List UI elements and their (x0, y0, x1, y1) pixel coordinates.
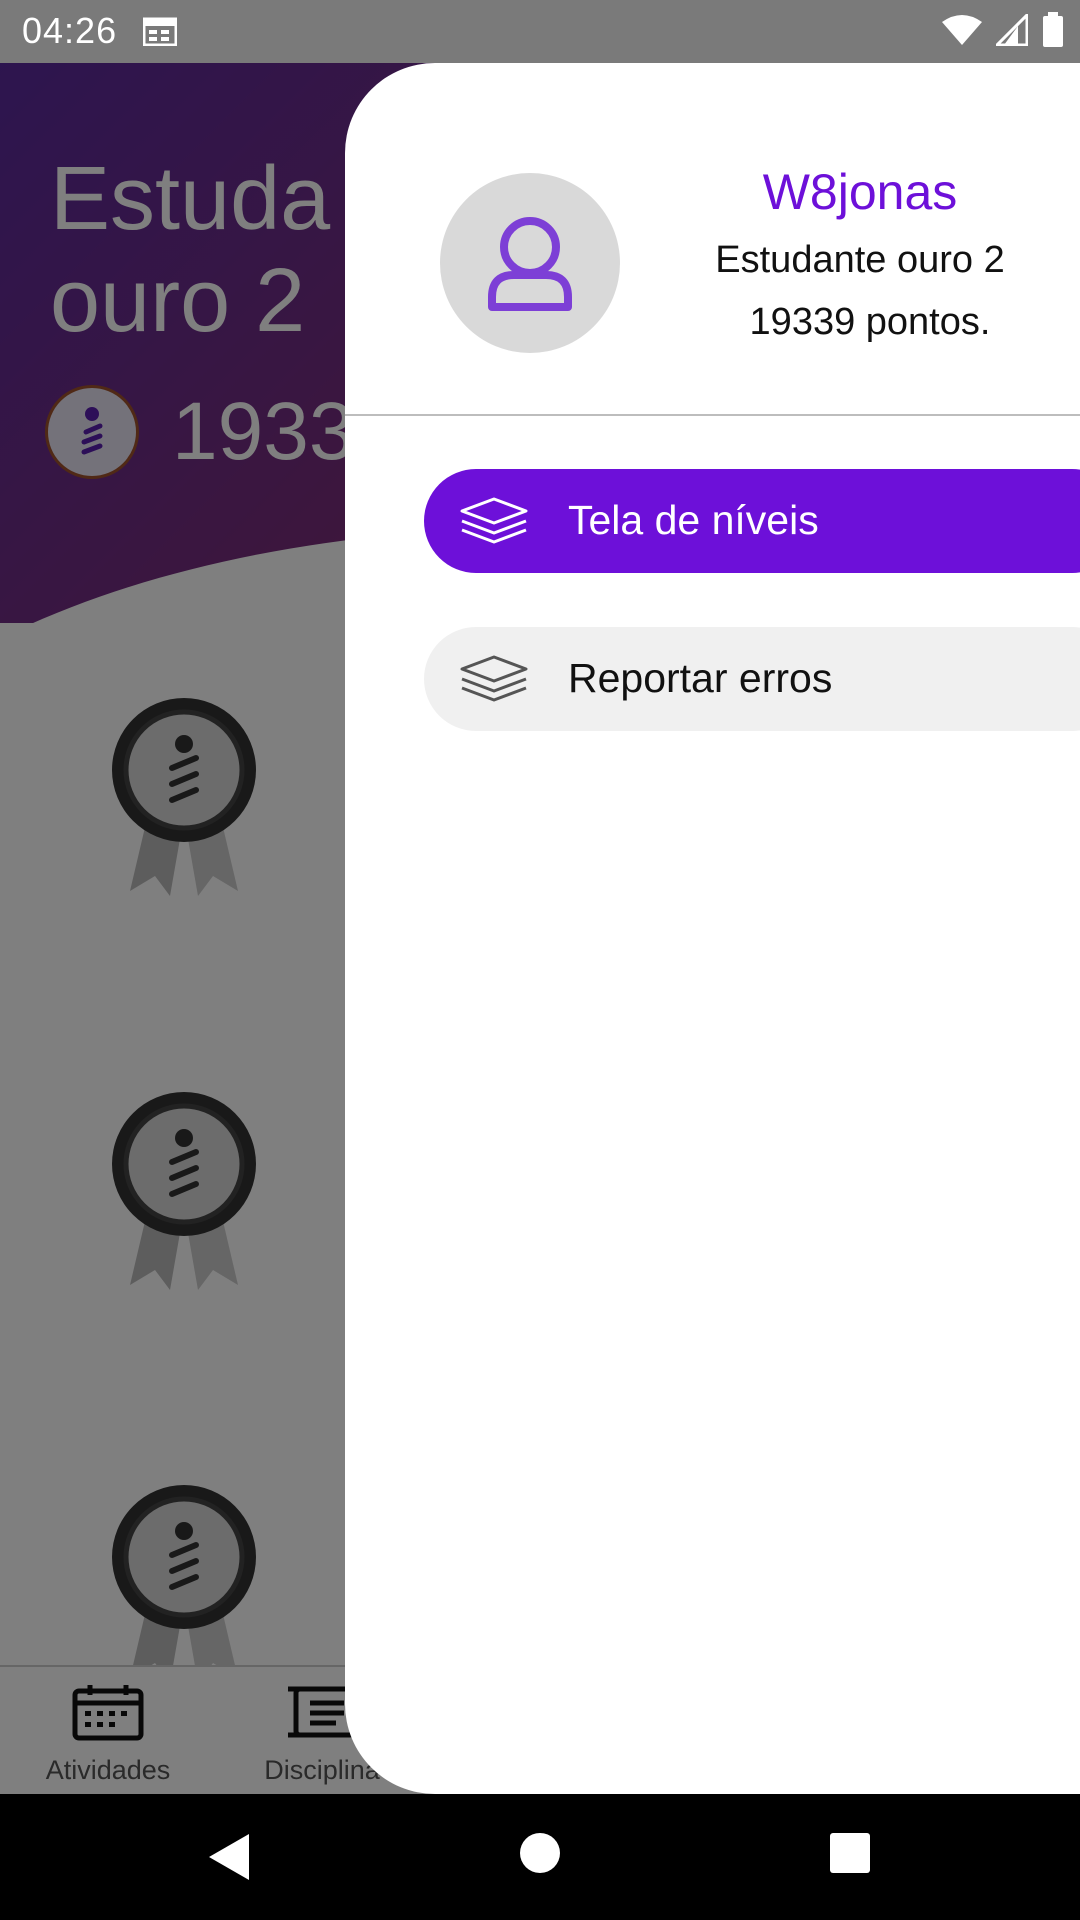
status-bar: 04:26 (0, 0, 1080, 63)
user-icon (488, 217, 572, 311)
app-screen: Estuda ouro 2 1933 (0, 63, 1080, 1794)
user-name: W8jonas (762, 164, 958, 220)
home-icon[interactable] (519, 1832, 561, 1874)
calendar-icon (143, 17, 177, 46)
system-navigation-bar (0, 1794, 1080, 1920)
menu-item-tela-de-niveis[interactable]: Tela de níveis (424, 469, 1080, 573)
layers-icon (460, 655, 528, 702)
status-time: 04:26 (22, 10, 118, 51)
menu-label: Tela de níveis (568, 497, 819, 543)
navigation-drawer: W8jonas Estudante ouro 2 19339 pontos. T… (345, 63, 1080, 1794)
recents-icon[interactable] (829, 1832, 871, 1874)
back-icon[interactable] (205, 1832, 251, 1882)
user-level: Estudante ouro 2 (715, 239, 1005, 281)
menu-item-reportar-erros[interactable]: Reportar erros (424, 627, 1080, 731)
divider (345, 414, 1080, 416)
user-points: 19339 pontos. (749, 301, 991, 343)
signal-icon (996, 14, 1028, 46)
layers-icon (460, 497, 528, 544)
battery-icon (1043, 12, 1063, 47)
wifi-icon (942, 15, 982, 45)
avatar (440, 173, 620, 353)
menu-label: Reportar erros (568, 655, 833, 701)
